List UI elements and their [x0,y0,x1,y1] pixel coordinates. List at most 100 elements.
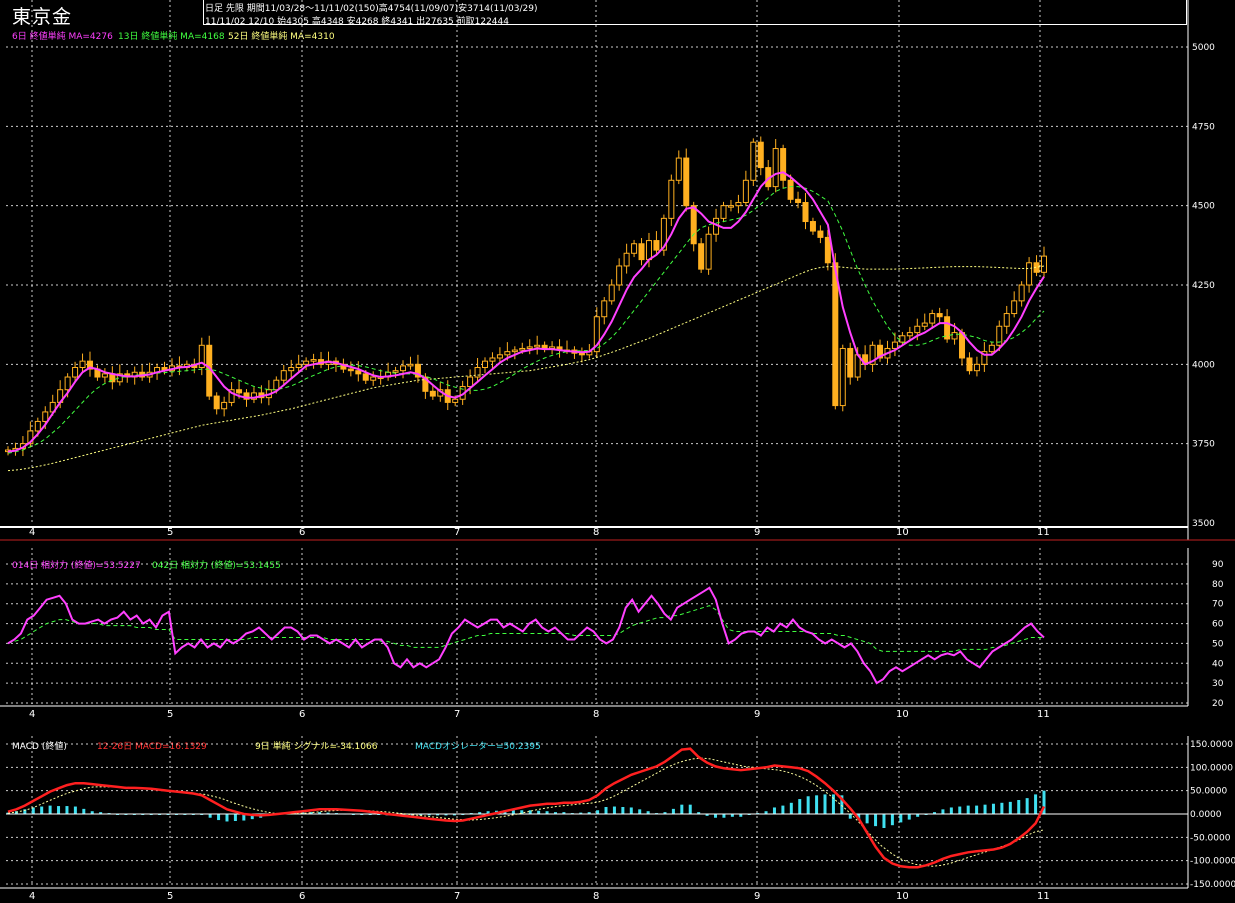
candle-body [839,347,846,407]
candle-body [370,376,377,381]
osc-bar [975,805,979,814]
osc-bar [1025,798,1029,814]
macd-x-tick-label: 10 [896,891,909,902]
candle-body [355,370,362,375]
candle-body [847,347,854,378]
candle-body [720,205,727,219]
candle-body [221,401,228,410]
price-y-tick-label: 4750 [1192,122,1215,132]
candle-body [914,325,921,334]
macd-y-tick-label: -150.0000 [1190,880,1235,890]
osc-bar [612,806,616,814]
osc-bar [629,807,633,814]
candle-body [496,354,503,359]
macd-y-tick-label: 50.0000 [1190,787,1227,797]
candle-body [407,363,414,367]
candle-body [988,344,995,353]
osc-bar [781,805,785,814]
macd-y-tick-label: 0.0000 [1190,810,1222,820]
candle-body [578,352,585,356]
rsi-x-tick-label: 7 [454,709,460,720]
price-x-tick-label: 7 [454,527,460,538]
rsi14-line [7,586,1045,685]
candle-body [1003,313,1010,327]
rsi-x-tick-label: 4 [29,709,35,720]
candle-body [727,205,734,208]
macd-x-tick-label: 9 [754,891,760,902]
osc-bar [73,806,77,814]
price-y-tick-label: 3500 [1192,519,1215,529]
macd-y-tick-label: 100.0000 [1190,763,1233,773]
osc-bar [941,809,945,814]
osc-bar [882,814,886,828]
candle-body [787,179,794,200]
candle-body [362,373,369,381]
macd-x-tick-label: 11 [1037,891,1050,902]
candle-body [757,141,764,169]
osc-bar [714,814,718,818]
osc-bar [82,808,86,814]
osc-bar [772,807,776,814]
price-y-tick-label: 4500 [1192,202,1215,212]
macd-y-tick-label: -100.0000 [1190,857,1235,867]
osc-bar [907,814,911,820]
ma6-line [7,171,1045,453]
osc-bar [40,806,44,814]
candle-body [921,322,928,327]
candle-body [906,332,913,337]
candle-body [683,157,690,207]
candle-body [64,376,71,391]
osc-bar [722,814,726,818]
price-y-tick-label: 3750 [1192,440,1215,450]
osc-bar [789,802,793,814]
candle-body [236,389,243,394]
rsi-x-tick-label: 8 [593,709,599,720]
price-x-tick-label: 10 [896,527,909,538]
osc-bar [815,795,819,814]
candle-body [347,368,354,372]
candle-body [802,201,809,223]
candle-body [482,360,489,369]
candle-body [966,357,973,372]
candle-body [79,360,86,369]
candle-body [668,179,675,219]
rsi-x-tick-label: 11 [1037,709,1050,720]
osc-bar [621,807,625,814]
osc-bar [966,805,970,814]
candle-body [951,332,958,340]
osc-bar [225,814,229,822]
price-y-tick-label: 5000 [1192,43,1215,53]
candle-body [295,363,302,369]
rsi-y-tick-label: 30 [1212,679,1224,689]
macd-x-tick-label: 5 [167,891,173,902]
rsi-y-tick-label: 70 [1212,600,1224,610]
macd-x-tick-label: 6 [299,891,305,902]
candle-body [34,420,41,432]
rsi-x-tick-label: 5 [167,709,173,720]
osc-bar [1000,802,1004,814]
osc-bar [208,814,212,818]
osc-bar [680,804,684,814]
candle-body [742,179,749,203]
rsi-x-tick-label: 9 [754,709,760,720]
candle-body [817,230,824,238]
candle-body [452,398,459,403]
price-y-tick-label: 4000 [1192,360,1215,370]
candle-body [735,201,742,207]
macd-y-tick-label: 150.0000 [1190,740,1233,750]
candle-body [824,236,831,264]
osc-bar [823,794,827,814]
candle-body [526,346,533,349]
candle-body [519,347,526,351]
candle-body [638,243,645,261]
rsi-x-tick-label: 6 [299,709,305,720]
candle-body [273,379,280,391]
candle-body [973,363,980,372]
candle-body [705,233,712,270]
candle-body [899,335,906,343]
candle-body [534,344,541,348]
candle-body [72,367,79,378]
candle-body [698,243,705,270]
macd-x-tick-label: 7 [454,891,460,902]
ma13-line [7,186,1045,454]
